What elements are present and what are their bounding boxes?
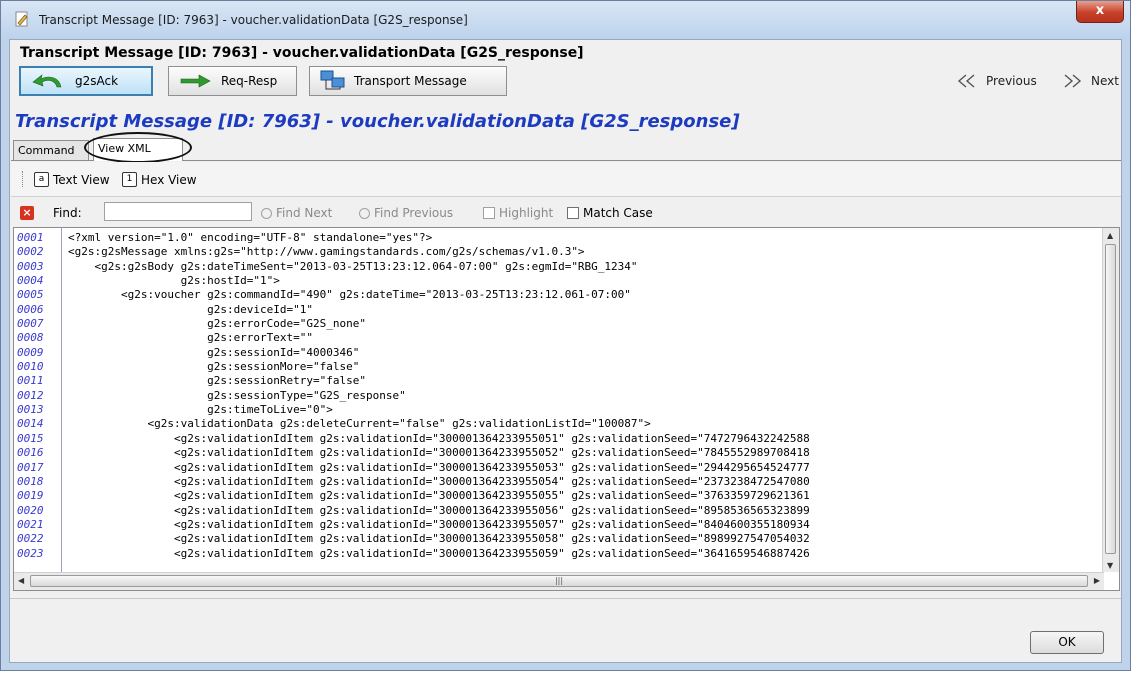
scroll-right-icon[interactable]: ▶ — [1094, 576, 1100, 585]
find-next-button[interactable]: Find Next — [261, 206, 332, 220]
req-resp-label: Req-Resp — [221, 74, 278, 88]
find-bar: × Find: Find Next Find Previous Highligh… — [11, 200, 1121, 226]
find-previous-label: Find Previous — [374, 206, 454, 220]
find-input[interactable] — [104, 202, 252, 221]
scroll-left-icon[interactable]: ◀ — [18, 576, 24, 585]
double-chevron-right-icon — [1064, 74, 1082, 88]
view-mode-bar: a Text View 1 Hex View — [11, 162, 1121, 197]
next-button[interactable]: Next — [1061, 74, 1119, 88]
toolbar-grip — [22, 171, 25, 187]
curved-arrow-back-icon — [32, 74, 62, 88]
text-view-label: Text View — [53, 172, 110, 187]
hex-view-label: Hex View — [141, 172, 197, 187]
dialog-header-title: Transcript Message [ID: 7963] - voucher.… — [20, 45, 584, 61]
window-title: Transcript Message [ID: 7963] - voucher.… — [39, 13, 468, 27]
scroll-down-icon[interactable]: ▼ — [1107, 561, 1113, 570]
next-label: Next — [1091, 74, 1119, 88]
match-case-box — [567, 207, 579, 219]
req-resp-button[interactable]: Req-Resp — [168, 66, 297, 96]
transport-message-button[interactable]: Transport Message — [309, 66, 507, 96]
close-find-icon[interactable]: × — [20, 206, 34, 220]
highlight-icon — [483, 207, 495, 219]
title-bar[interactable]: Transcript Message [ID: 7963] - voucher.… — [1, 1, 1130, 39]
line-number-gutter: 0001 0002 0003 0004 0005 0006 0007 0008 … — [14, 228, 62, 572]
text-view-button[interactable]: a Text View — [34, 172, 110, 187]
horizontal-scrollbar[interactable]: ◀ ||| ▶ — [14, 572, 1104, 590]
transcript-window: Transcript Message [ID: 7963] - voucher.… — [0, 0, 1131, 671]
g2sack-button[interactable]: g2sAck — [19, 66, 153, 96]
vertical-scrollbar[interactable]: ▲ ▼ — [1102, 228, 1119, 572]
find-label: Find: — [53, 206, 82, 220]
annotation-circle — [84, 132, 192, 163]
xml-code[interactable]: <?xml version="1.0" encoding="UTF-8" sta… — [68, 231, 1098, 561]
scroll-up-icon[interactable]: ▲ — [1107, 231, 1113, 240]
find-previous-button[interactable]: Find Previous — [359, 206, 453, 220]
arrow-right-icon — [180, 74, 211, 88]
ok-button[interactable]: OK — [1030, 631, 1104, 654]
transport-message-label: Transport Message — [354, 74, 467, 88]
line-numbers: 0001 0002 0003 0004 0005 0006 0007 0008 … — [17, 231, 44, 560]
previous-label: Previous — [986, 74, 1037, 88]
dialog-body: Transcript Message [ID: 7963] - voucher.… — [9, 39, 1122, 663]
highlight-label: Highlight — [499, 206, 554, 220]
previous-button[interactable]: Previous — [956, 74, 1037, 88]
hex-view-icon: 1 — [122, 172, 137, 187]
double-chevron-left-icon — [957, 74, 975, 88]
xml-editor[interactable]: 0001 0002 0003 0004 0005 0006 0007 0008 … — [13, 227, 1120, 591]
match-case-checkbox[interactable]: Match Case — [567, 206, 653, 220]
page-title: Transcript Message [ID: 7963] - voucher.… — [15, 111, 740, 132]
find-next-label: Find Next — [276, 206, 333, 220]
g2sack-label: g2sAck — [75, 74, 119, 88]
pencil-icon — [15, 11, 28, 27]
hex-view-button[interactable]: 1 Hex View — [122, 172, 197, 187]
find-previous-icon — [359, 207, 370, 219]
find-next-icon — [261, 207, 272, 219]
horizontal-scroll-thumb[interactable]: ||| — [30, 575, 1088, 587]
text-view-icon: a — [34, 172, 49, 187]
toolbar: g2sAck Req-Resp Transport Message Previo… — [19, 66, 1119, 98]
vertical-scroll-thumb[interactable] — [1105, 244, 1116, 554]
match-case-label: Match Case — [583, 206, 653, 220]
tab-command[interactable]: Command — [13, 140, 89, 160]
close-button[interactable]: x — [1076, 1, 1124, 23]
footer-divider — [10, 598, 1121, 599]
highlight-button[interactable]: Highlight — [483, 206, 553, 220]
network-icon — [320, 70, 345, 90]
